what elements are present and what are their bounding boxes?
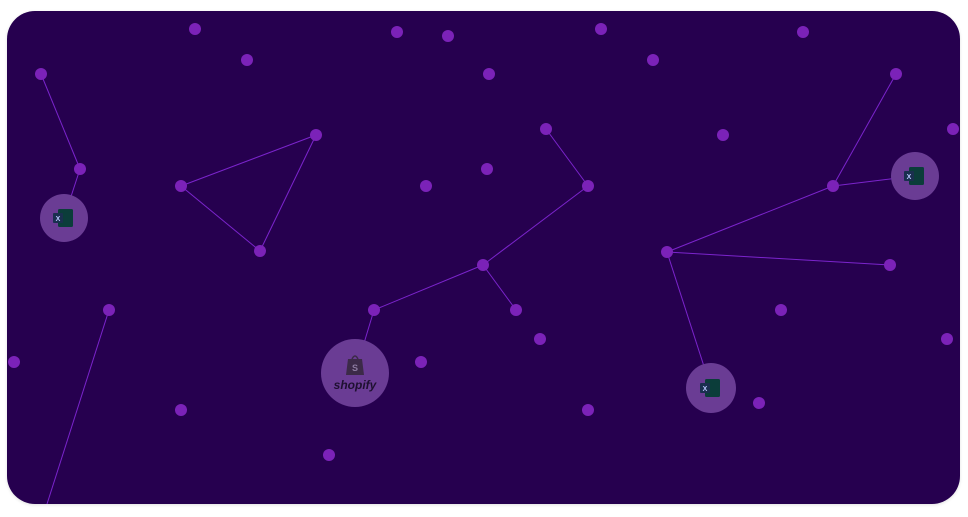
excel-badge: X bbox=[891, 152, 939, 200]
network-graph-card: X X X S shopify bbox=[7, 11, 960, 504]
node bbox=[890, 68, 902, 80]
node bbox=[775, 304, 787, 316]
node bbox=[540, 123, 552, 135]
network-graph: X X X S shopify bbox=[7, 11, 960, 504]
excel-badge: X bbox=[40, 194, 88, 242]
shopify-badge: S shopify bbox=[321, 339, 389, 407]
node bbox=[175, 404, 187, 416]
node bbox=[884, 259, 896, 271]
node bbox=[241, 54, 253, 66]
node bbox=[175, 180, 187, 192]
node bbox=[941, 333, 953, 345]
node bbox=[415, 356, 427, 368]
node bbox=[947, 123, 959, 135]
node bbox=[391, 26, 403, 38]
node bbox=[582, 404, 594, 416]
node bbox=[534, 333, 546, 345]
node bbox=[647, 54, 659, 66]
svg-text:S: S bbox=[352, 363, 358, 373]
node bbox=[8, 356, 20, 368]
node bbox=[827, 180, 839, 192]
node bbox=[510, 304, 522, 316]
shopify-label: shopify bbox=[334, 378, 378, 392]
node bbox=[582, 180, 594, 192]
node bbox=[797, 26, 809, 38]
node bbox=[595, 23, 607, 35]
graph-background bbox=[7, 11, 960, 504]
node bbox=[420, 180, 432, 192]
excel-badge: X bbox=[686, 363, 736, 413]
node bbox=[661, 246, 673, 258]
svg-text:X: X bbox=[907, 174, 912, 181]
node bbox=[323, 449, 335, 461]
node bbox=[442, 30, 454, 42]
node bbox=[254, 245, 266, 257]
node bbox=[753, 397, 765, 409]
node bbox=[189, 23, 201, 35]
node bbox=[310, 129, 322, 141]
node bbox=[74, 163, 86, 175]
node bbox=[483, 68, 495, 80]
svg-text:X: X bbox=[56, 216, 61, 223]
node bbox=[477, 259, 489, 271]
node bbox=[35, 68, 47, 80]
node bbox=[717, 129, 729, 141]
node bbox=[368, 304, 380, 316]
svg-text:X: X bbox=[703, 386, 708, 393]
node bbox=[103, 304, 115, 316]
node bbox=[481, 163, 493, 175]
